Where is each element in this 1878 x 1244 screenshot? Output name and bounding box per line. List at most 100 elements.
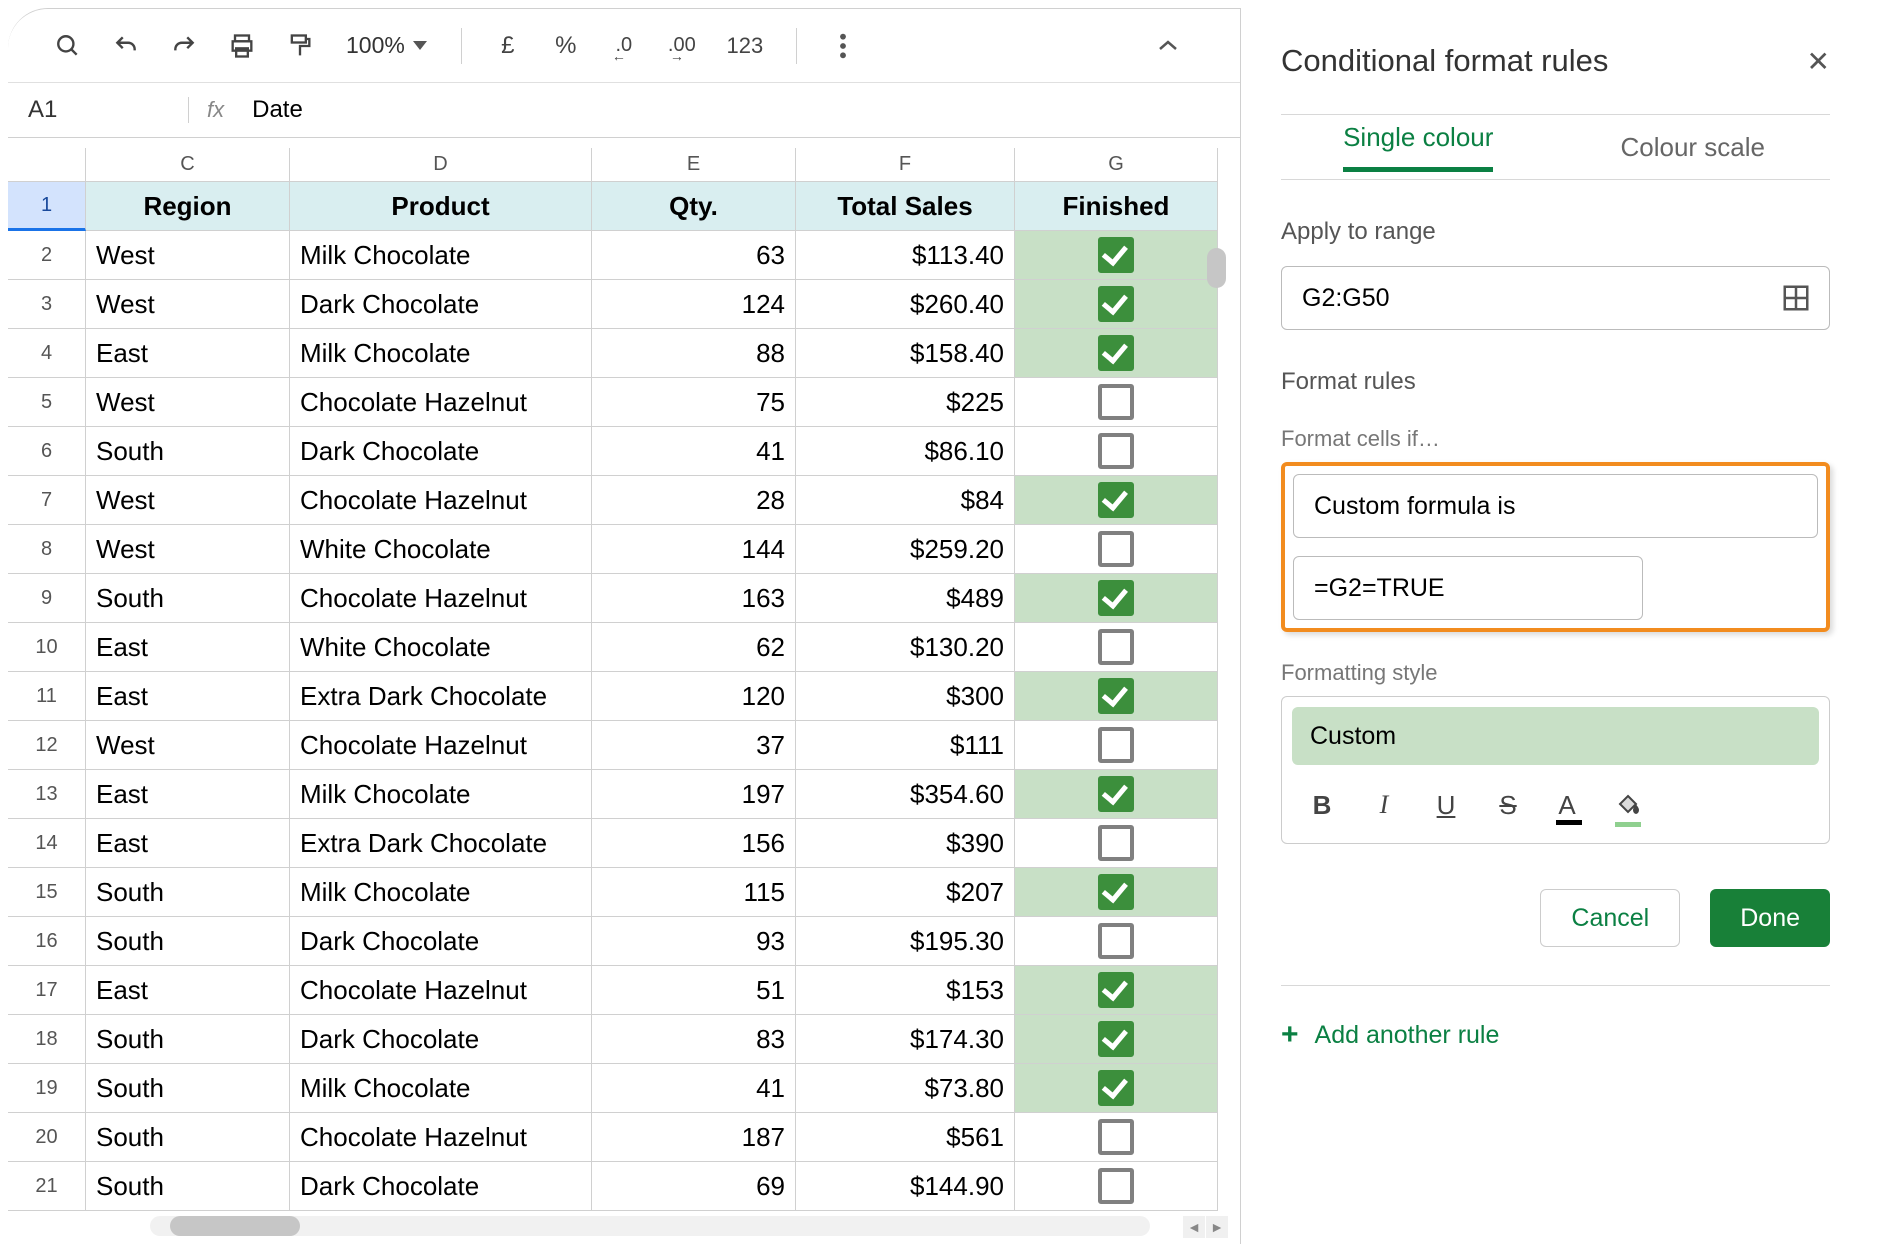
cell[interactable]: 144 (592, 525, 796, 574)
cell[interactable]: 51 (592, 966, 796, 1015)
cell[interactable]: Chocolate Hazelnut (290, 1113, 592, 1162)
cell[interactable]: Dark Chocolate (290, 1015, 592, 1064)
header-cell[interactable]: Total Sales (796, 182, 1015, 231)
cell[interactable]: 28 (592, 476, 796, 525)
strikethrough-button[interactable]: S (1488, 785, 1528, 825)
cell[interactable]: $300 (796, 672, 1015, 721)
cell-checkbox[interactable] (1015, 917, 1218, 966)
header-cell[interactable]: Product (290, 182, 592, 231)
cell[interactable]: Milk Chocolate (290, 770, 592, 819)
cell[interactable]: 41 (592, 427, 796, 476)
cell[interactable]: Milk Chocolate (290, 868, 592, 917)
row-header[interactable]: 16 (8, 917, 86, 966)
header-cell[interactable]: Qty. (592, 182, 796, 231)
cell[interactable]: Dark Chocolate (290, 1162, 592, 1211)
cell[interactable]: 75 (592, 378, 796, 427)
cell[interactable]: 197 (592, 770, 796, 819)
header-cell[interactable]: Region (86, 182, 290, 231)
name-box[interactable]: A1 (8, 96, 188, 124)
style-preview[interactable]: Custom (1292, 707, 1819, 765)
cell[interactable]: $153 (796, 966, 1015, 1015)
cell[interactable]: $489 (796, 574, 1015, 623)
italic-button[interactable]: I (1364, 785, 1404, 825)
formula-input[interactable]: =G2=TRUE (1293, 556, 1643, 620)
cell[interactable]: 163 (592, 574, 796, 623)
cell-checkbox[interactable] (1015, 378, 1218, 427)
cell-checkbox[interactable] (1015, 476, 1218, 525)
cell[interactable]: $354.60 (796, 770, 1015, 819)
cell[interactable]: $73.80 (796, 1064, 1015, 1113)
select-range-icon[interactable] (1781, 283, 1811, 313)
column-header[interactable]: C (86, 148, 290, 182)
cell-checkbox[interactable] (1015, 574, 1218, 623)
search-icon[interactable] (48, 26, 88, 66)
row-header[interactable]: 13 (8, 770, 86, 819)
range-input[interactable] (1282, 284, 1781, 313)
done-button[interactable]: Done (1710, 889, 1830, 947)
cell[interactable]: Milk Chocolate (290, 1064, 592, 1113)
cell[interactable]: White Chocolate (290, 525, 592, 574)
cell[interactable]: East (86, 966, 290, 1015)
cell-checkbox[interactable] (1015, 329, 1218, 378)
cell[interactable]: West (86, 525, 290, 574)
cell-checkbox[interactable] (1015, 868, 1218, 917)
row-header[interactable]: 14 (8, 819, 86, 868)
cell-checkbox[interactable] (1015, 672, 1218, 721)
tab-single-colour[interactable]: Single colour (1281, 122, 1556, 172)
cell[interactable]: South (86, 427, 290, 476)
cell[interactable]: Dark Chocolate (290, 917, 592, 966)
add-rule-button[interactable]: + Add another rule (1281, 1018, 1830, 1052)
cell-checkbox[interactable] (1015, 770, 1218, 819)
cell-checkbox[interactable] (1015, 721, 1218, 770)
cell[interactable]: 62 (592, 623, 796, 672)
row-header[interactable]: 3 (8, 280, 86, 329)
cell[interactable]: East (86, 770, 290, 819)
cell[interactable]: South (86, 574, 290, 623)
condition-dropdown[interactable]: Custom formula is (1293, 474, 1818, 538)
cell-checkbox[interactable] (1015, 427, 1218, 476)
cell[interactable]: South (86, 1015, 290, 1064)
cell[interactable]: 63 (592, 231, 796, 280)
cell[interactable]: Dark Chocolate (290, 427, 592, 476)
cell[interactable]: South (86, 1064, 290, 1113)
column-header[interactable]: E (592, 148, 796, 182)
row-header[interactable]: 11 (8, 672, 86, 721)
increase-decimal-button[interactable]: .00→ (662, 26, 702, 66)
cell[interactable]: 120 (592, 672, 796, 721)
cell[interactable]: $111 (796, 721, 1015, 770)
cell[interactable]: East (86, 819, 290, 868)
cell[interactable]: 93 (592, 917, 796, 966)
cell-checkbox[interactable] (1015, 819, 1218, 868)
cell[interactable]: Chocolate Hazelnut (290, 476, 592, 525)
vertical-scrollbar[interactable] (1207, 248, 1226, 288)
cell-checkbox[interactable] (1015, 623, 1218, 672)
sheet-nav-arrows[interactable]: ◄► (1183, 1216, 1228, 1238)
cell[interactable]: West (86, 280, 290, 329)
horizontal-scrollbar[interactable] (150, 1216, 1150, 1236)
row-header[interactable]: 18 (8, 1015, 86, 1064)
cell[interactable]: Chocolate Hazelnut (290, 378, 592, 427)
row-header[interactable]: 4 (8, 329, 86, 378)
cell[interactable]: South (86, 917, 290, 966)
more-icon[interactable] (823, 26, 863, 66)
cell[interactable]: $561 (796, 1113, 1015, 1162)
percent-format-button[interactable]: % (546, 26, 586, 66)
cell[interactable]: $144.90 (796, 1162, 1015, 1211)
currency-format-button[interactable]: £ (488, 26, 528, 66)
cell[interactable]: West (86, 378, 290, 427)
cancel-button[interactable]: Cancel (1540, 889, 1680, 947)
cell[interactable]: 41 (592, 1064, 796, 1113)
cell[interactable]: $225 (796, 378, 1015, 427)
cell[interactable]: $130.20 (796, 623, 1015, 672)
collapse-toolbar-icon[interactable] (1148, 26, 1188, 66)
cell[interactable]: 115 (592, 868, 796, 917)
decrease-decimal-button[interactable]: .0← (604, 26, 644, 66)
cell-checkbox[interactable] (1015, 231, 1218, 280)
row-header[interactable]: 21 (8, 1162, 86, 1211)
redo-icon[interactable] (164, 26, 204, 66)
cell[interactable]: West (86, 721, 290, 770)
cell-checkbox[interactable] (1015, 1064, 1218, 1113)
cell[interactable]: South (86, 1113, 290, 1162)
cell[interactable]: $158.40 (796, 329, 1015, 378)
cell[interactable]: Chocolate Hazelnut (290, 574, 592, 623)
